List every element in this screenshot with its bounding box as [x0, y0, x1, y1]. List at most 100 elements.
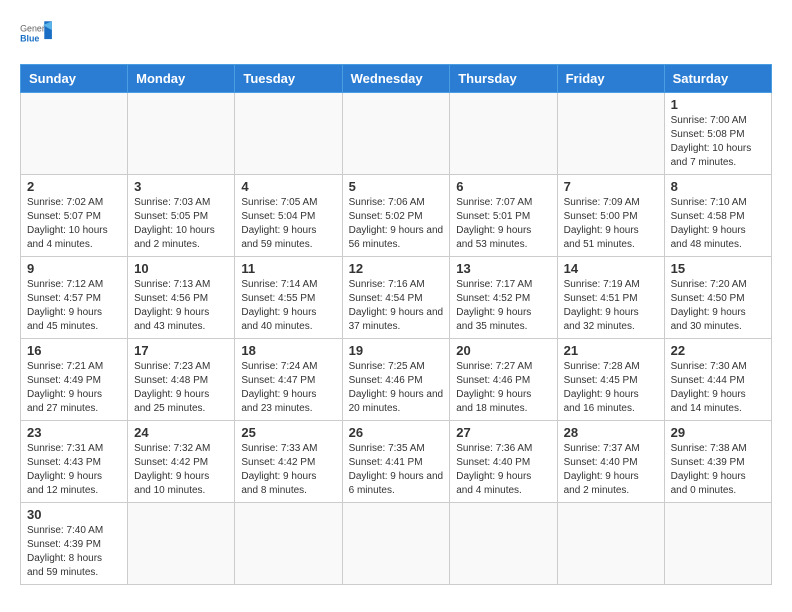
svg-text:Blue: Blue — [20, 34, 39, 44]
calendar-cell: 25 Sunrise: 7:33 AM Sunset: 4:42 PM Dayli… — [235, 421, 342, 503]
day-number: 30 — [27, 507, 121, 522]
day-info: Sunrise: 7:31 AM Sunset: 4:43 PM Dayligh… — [27, 442, 121, 498]
calendar-cell: 22 Sunrise: 7:30 AM Sunset: 4:44 PM Dayli… — [664, 339, 771, 421]
day-number: 3 — [134, 179, 228, 194]
day-info: Sunrise: 7:05 AM Sunset: 5:04 PM Dayligh… — [241, 196, 335, 252]
day-info: Sunrise: 7:30 AM Sunset: 4:44 PM Dayligh… — [671, 360, 765, 416]
day-info: Sunrise: 7:24 AM Sunset: 4:47 PM Dayligh… — [241, 360, 335, 416]
week-row-2: 2Sunrise: 7:02 AM Sunset: 5:07 PM Daylig… — [21, 175, 772, 257]
calendar-cell: 16Sunrise: 7:21 AM Sunset: 4:49 PM Dayli… — [21, 339, 128, 421]
calendar-cell: 21 Sunrise: 7:28 AM Sunset: 4:45 PM Dayli… — [557, 339, 664, 421]
day-number: 21 — [564, 343, 658, 358]
day-info: Sunrise: 7:20 AM Sunset: 4:50 PM Dayligh… — [671, 278, 765, 334]
calendar-cell: 10Sunrise: 7:13 AM Sunset: 4:56 PM Dayli… — [128, 257, 235, 339]
day-number: 12 — [349, 261, 444, 276]
calendar-cell: 27 Sunrise: 7:36 AM Sunset: 4:40 PM Dayli… — [450, 421, 557, 503]
day-number: 15 — [671, 261, 765, 276]
calendar-cell: 19Sunrise: 7:25 AM Sunset: 4:46 PM Dayli… — [342, 339, 450, 421]
calendar-cell: 13 Sunrise: 7:17 AM Sunset: 4:52 PM Dayli… — [450, 257, 557, 339]
day-number: 1 — [671, 97, 765, 112]
calendar-cell: 8 Sunrise: 7:10 AM Sunset: 4:58 PM Daylig… — [664, 175, 771, 257]
calendar-cell — [342, 93, 450, 175]
day-info: Sunrise: 7:35 AM Sunset: 4:41 PM Dayligh… — [349, 442, 444, 498]
calendar-cell: 29 Sunrise: 7:38 AM Sunset: 4:39 PM Dayli… — [664, 421, 771, 503]
calendar-cell — [557, 503, 664, 585]
day-info: Sunrise: 7:10 AM Sunset: 4:58 PM Dayligh… — [671, 196, 765, 252]
week-row-3: 9Sunrise: 7:12 AM Sunset: 4:57 PM Daylig… — [21, 257, 772, 339]
calendar-cell — [235, 93, 342, 175]
calendar-cell: 2Sunrise: 7:02 AM Sunset: 5:07 PM Daylig… — [21, 175, 128, 257]
day-number: 13 — [456, 261, 550, 276]
day-number: 17 — [134, 343, 228, 358]
calendar-cell: 24Sunrise: 7:32 AM Sunset: 4:42 PM Dayli… — [128, 421, 235, 503]
day-number: 16 — [27, 343, 121, 358]
weekday-header-monday: Monday — [128, 65, 235, 93]
calendar-cell — [342, 503, 450, 585]
week-row-6: 30 Sunrise: 7:40 AM Sunset: 4:39 PM Dayli… — [21, 503, 772, 585]
day-info: Sunrise: 7:40 AM Sunset: 4:39 PM Dayligh… — [27, 524, 121, 580]
day-info: Sunrise: 7:12 AM Sunset: 4:57 PM Dayligh… — [27, 278, 121, 334]
day-number: 27 — [456, 425, 550, 440]
day-info: Sunrise: 7:33 AM Sunset: 4:42 PM Dayligh… — [241, 442, 335, 498]
day-number: 4 — [241, 179, 335, 194]
day-number: 29 — [671, 425, 765, 440]
day-number: 8 — [671, 179, 765, 194]
calendar-table: SundayMondayTuesdayWednesdayThursdayFrid… — [20, 64, 772, 585]
day-number: 28 — [564, 425, 658, 440]
week-row-4: 16Sunrise: 7:21 AM Sunset: 4:49 PM Dayli… — [21, 339, 772, 421]
day-number: 25 — [241, 425, 335, 440]
weekday-header-tuesday: Tuesday — [235, 65, 342, 93]
weekday-header-thursday: Thursday — [450, 65, 557, 93]
day-info: Sunrise: 7:13 AM Sunset: 4:56 PM Dayligh… — [134, 278, 228, 334]
calendar-cell: 20 Sunrise: 7:27 AM Sunset: 4:46 PM Dayli… — [450, 339, 557, 421]
day-info: Sunrise: 7:17 AM Sunset: 4:52 PM Dayligh… — [456, 278, 550, 334]
calendar-cell: 9Sunrise: 7:12 AM Sunset: 4:57 PM Daylig… — [21, 257, 128, 339]
day-info: Sunrise: 7:28 AM Sunset: 4:45 PM Dayligh… — [564, 360, 658, 416]
page-header: General Blue — [20, 20, 772, 48]
day-info: Sunrise: 7:37 AM Sunset: 4:40 PM Dayligh… — [564, 442, 658, 498]
day-info: Sunrise: 7:00 AM Sunset: 5:08 PM Dayligh… — [671, 114, 765, 170]
day-info: Sunrise: 7:36 AM Sunset: 4:40 PM Dayligh… — [456, 442, 550, 498]
generalblue-logo-icon: General Blue — [20, 20, 52, 48]
weekday-header-friday: Friday — [557, 65, 664, 93]
calendar-cell: 5Sunrise: 7:06 AM Sunset: 5:02 PM Daylig… — [342, 175, 450, 257]
day-info: Sunrise: 7:23 AM Sunset: 4:48 PM Dayligh… — [134, 360, 228, 416]
day-number: 18 — [241, 343, 335, 358]
calendar-cell — [450, 503, 557, 585]
calendar-cell — [235, 503, 342, 585]
calendar-cell — [557, 93, 664, 175]
day-info: Sunrise: 7:14 AM Sunset: 4:55 PM Dayligh… — [241, 278, 335, 334]
day-number: 19 — [349, 343, 444, 358]
calendar-cell: 26 Sunrise: 7:35 AM Sunset: 4:41 PM Dayli… — [342, 421, 450, 503]
day-info: Sunrise: 7:03 AM Sunset: 5:05 PM Dayligh… — [134, 196, 228, 252]
calendar-cell: 6Sunrise: 7:07 AM Sunset: 5:01 PM Daylig… — [450, 175, 557, 257]
day-info: Sunrise: 7:06 AM Sunset: 5:02 PM Dayligh… — [349, 196, 444, 252]
day-number: 23 — [27, 425, 121, 440]
weekday-header-sunday: Sunday — [21, 65, 128, 93]
week-row-1: 1 Sunrise: 7:00 AM Sunset: 5:08 PM Daylig… — [21, 93, 772, 175]
logo: General Blue — [20, 20, 52, 48]
day-number: 2 — [27, 179, 121, 194]
calendar-cell — [128, 93, 235, 175]
day-number: 6 — [456, 179, 550, 194]
calendar-cell — [450, 93, 557, 175]
calendar-cell — [21, 93, 128, 175]
day-number: 20 — [456, 343, 550, 358]
day-info: Sunrise: 7:27 AM Sunset: 4:46 PM Dayligh… — [456, 360, 550, 416]
calendar-cell: 12Sunrise: 7:16 AM Sunset: 4:54 PM Dayli… — [342, 257, 450, 339]
calendar-cell: 17 Sunrise: 7:23 AM Sunset: 4:48 PM Dayli… — [128, 339, 235, 421]
calendar-cell: 1 Sunrise: 7:00 AM Sunset: 5:08 PM Daylig… — [664, 93, 771, 175]
day-number: 22 — [671, 343, 765, 358]
day-number: 26 — [349, 425, 444, 440]
calendar-cell: 4 Sunrise: 7:05 AM Sunset: 5:04 PM Daylig… — [235, 175, 342, 257]
day-info: Sunrise: 7:09 AM Sunset: 5:00 PM Dayligh… — [564, 196, 658, 252]
calendar-cell: 3 Sunrise: 7:03 AM Sunset: 5:05 PM Daylig… — [128, 175, 235, 257]
weekday-header-wednesday: Wednesday — [342, 65, 450, 93]
calendar-cell: 11Sunrise: 7:14 AM Sunset: 4:55 PM Dayli… — [235, 257, 342, 339]
day-info: Sunrise: 7:32 AM Sunset: 4:42 PM Dayligh… — [134, 442, 228, 498]
week-row-5: 23 Sunrise: 7:31 AM Sunset: 4:43 PM Dayli… — [21, 421, 772, 503]
day-info: Sunrise: 7:38 AM Sunset: 4:39 PM Dayligh… — [671, 442, 765, 498]
calendar-cell — [128, 503, 235, 585]
weekday-header-saturday: Saturday — [664, 65, 771, 93]
calendar-cell: 14Sunrise: 7:19 AM Sunset: 4:51 PM Dayli… — [557, 257, 664, 339]
